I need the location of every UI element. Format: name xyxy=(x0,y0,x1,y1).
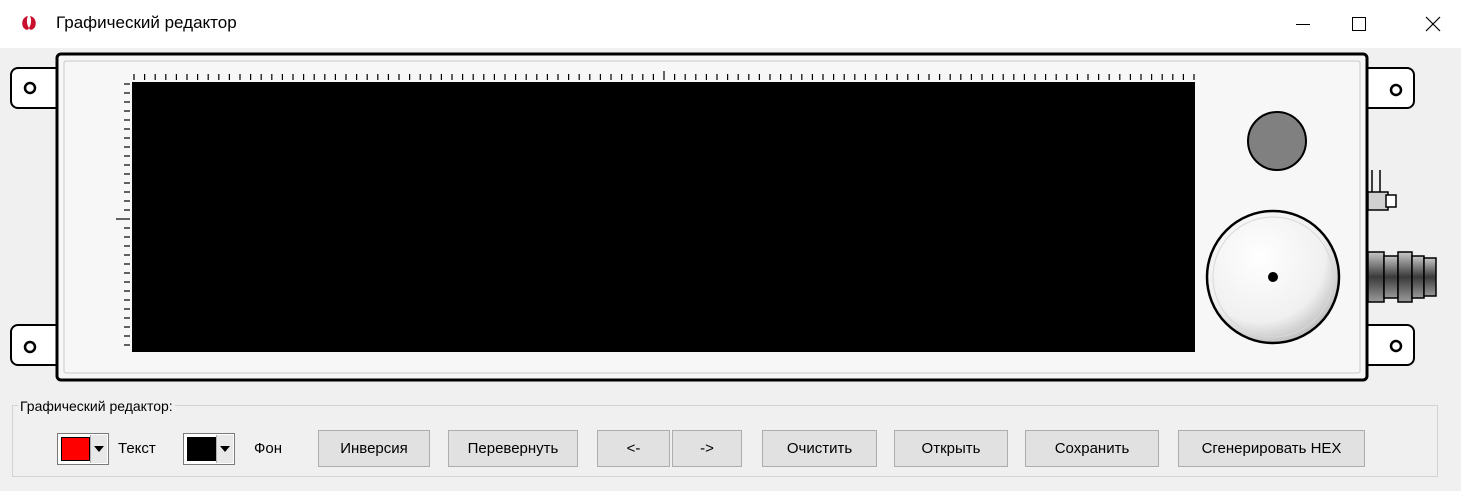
mount-ear-bottom-left xyxy=(10,324,64,366)
bg-color-swatch xyxy=(187,437,216,461)
shift-right-button[interactable]: -> xyxy=(672,430,742,467)
minimize-icon xyxy=(1296,24,1310,25)
side-connector-small xyxy=(1367,170,1397,211)
text-color-swatch xyxy=(61,437,90,461)
maximize-button[interactable] xyxy=(1336,0,1382,48)
save-button[interactable]: Сохранить xyxy=(1025,430,1159,467)
clear-button[interactable]: Очистить xyxy=(762,430,877,467)
mount-ear-top-right xyxy=(1361,67,1415,109)
device-panel xyxy=(0,48,1461,388)
chevron-down-icon[interactable] xyxy=(90,435,107,463)
title-bar: Графический редактор xyxy=(0,0,1461,48)
editor-group-legend: Графический редактор: xyxy=(18,398,175,414)
text-color-select[interactable] xyxy=(57,433,109,465)
maximize-icon xyxy=(1352,17,1366,31)
cable-gland xyxy=(1367,251,1437,303)
mount-ear-bottom-right xyxy=(1361,324,1415,366)
close-button[interactable] xyxy=(1410,0,1456,48)
minimize-button[interactable] xyxy=(1280,0,1326,48)
device-illustration xyxy=(10,52,1437,382)
bg-color-select[interactable] xyxy=(183,433,235,465)
shift-left-button[interactable]: <- xyxy=(597,430,670,467)
mount-ear-top-left xyxy=(10,67,64,109)
window-title: Графический редактор xyxy=(56,13,237,32)
flip-button[interactable]: Перевернуть xyxy=(448,430,578,467)
chevron-down-icon[interactable] xyxy=(216,435,233,463)
bg-color-label: Фон xyxy=(254,440,283,457)
open-button[interactable]: Открыть xyxy=(894,430,1008,467)
led-screen[interactable] xyxy=(132,82,1195,352)
invert-button[interactable]: Инверсия xyxy=(318,430,430,467)
indicator-lamp xyxy=(1247,111,1307,171)
generate-hex-button[interactable]: Сгенерировать HEX xyxy=(1178,430,1365,467)
text-color-label: Текст xyxy=(118,440,156,457)
close-icon xyxy=(1425,16,1441,32)
rotary-knob xyxy=(1205,209,1341,345)
app-logo-icon xyxy=(22,16,36,30)
